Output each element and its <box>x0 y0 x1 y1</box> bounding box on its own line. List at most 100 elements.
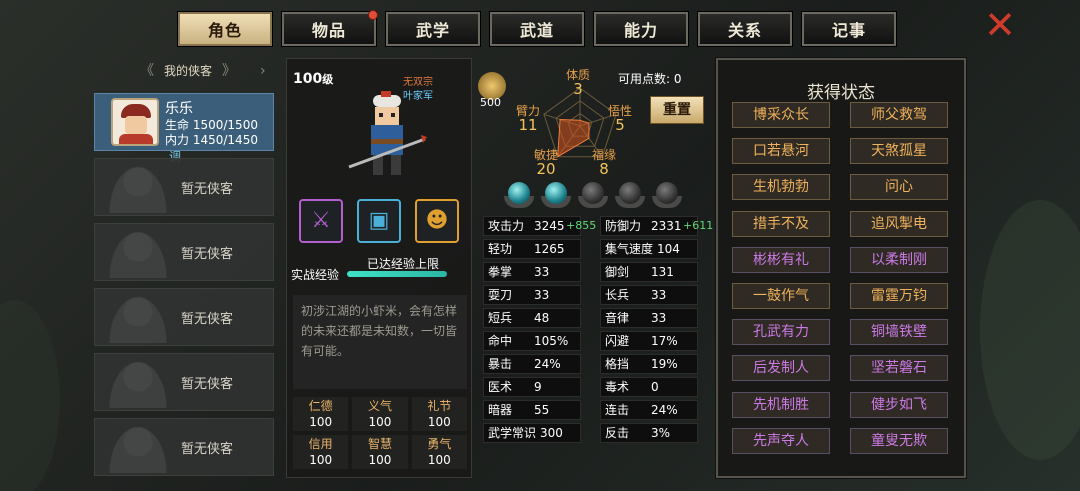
stat-row: 攻击力 3245 +855 <box>483 216 596 236</box>
status-effect-button[interactable]: 追风掣电 <box>850 210 948 237</box>
status-effect-button[interactable]: 先机制胜 <box>732 391 830 418</box>
sword-icon: ⚔ <box>311 208 331 233</box>
tab-label: 能力 <box>623 21 658 40</box>
orb-empty-icon[interactable] <box>656 182 678 204</box>
virtue-name: 礼节 <box>427 399 452 413</box>
orb-empty-icon[interactable] <box>582 182 604 204</box>
empty-avatar-icon <box>107 163 169 213</box>
stat-value: 33 <box>534 288 550 302</box>
stat-row: 御剑 131 <box>600 262 698 282</box>
stat-value: 0 <box>651 380 659 394</box>
radar-attr-value: 11 <box>518 116 538 134</box>
orb-empty-icon[interactable] <box>619 182 641 204</box>
empty-avatar-icon <box>107 228 169 278</box>
equipment-slot[interactable]: ☻ <box>415 199 459 243</box>
stat-row: 防御力 2331 +611 <box>600 216 713 236</box>
character-bio: 初涉江湖的小虾米，会有怎样的未来还都是未知数，一切皆有可能。 <box>293 295 467 389</box>
tab-1[interactable]: 物品 <box>281 10 378 47</box>
status-effect-button[interactable]: 天煞孤星 <box>850 138 948 165</box>
virtue-name: 信用 <box>308 437 333 451</box>
radar-attribute[interactable]: 福缘 8 <box>584 148 624 178</box>
status-title: 获得状态 <box>807 83 875 103</box>
stat-value: 33 <box>534 265 550 279</box>
tab-4[interactable]: 能力 <box>593 11 689 47</box>
close-button[interactable]: ✕ <box>982 6 1018 44</box>
character-slot-active[interactable]: 乐乐 生命 1500/1500 内力 1450/1450调 <box>94 93 274 164</box>
radar-attribute[interactable]: 体质 3 <box>558 68 598 97</box>
list-scroll-right-icon[interactable]: › <box>260 60 266 82</box>
list-next-icon[interactable]: 》 <box>222 60 236 82</box>
orb-active-icon[interactable] <box>545 182 567 204</box>
stat-value: 17% <box>651 334 678 348</box>
stat-name: 防御力 <box>605 219 642 233</box>
virtue-item: 信用 100 <box>293 435 349 469</box>
status-panel: 获得状态 博采众长 师父救驾 口若悬河 天煞孤星 生机勃勃 问心 措手不及 追风掣电 彬彬有礼以… <box>715 57 967 479</box>
character-level: 100级 <box>293 71 334 87</box>
stat-name: 拳掌 <box>488 265 513 279</box>
status-effect-button[interactable]: 以柔制刚 <box>850 246 948 273</box>
stat-value: 24% <box>534 357 561 371</box>
character-slot-empty[interactable]: 暂无侠客 <box>94 418 274 476</box>
tab-0[interactable]: 角色 <box>177 11 273 47</box>
radar-attr-value: 8 <box>599 160 609 178</box>
status-effect-button[interactable]: 措手不及 <box>732 210 830 237</box>
status-effect-button[interactable]: 后发制人 <box>732 355 830 382</box>
status-effect-button[interactable]: 先声夺人 <box>732 427 830 454</box>
empty-avatar-icon <box>107 293 169 343</box>
stat-name: 反击 <box>605 426 630 440</box>
character-slot-empty[interactable]: 暂无侠客 <box>94 288 274 346</box>
stat-name: 命中 <box>488 334 513 348</box>
character-slot-empty[interactable]: 暂无侠客 <box>94 223 274 281</box>
exp-label: 实战经验 <box>291 268 340 282</box>
notification-dot-icon <box>368 10 378 20</box>
status-effect-button[interactable]: 孔武有力 <box>732 319 830 346</box>
virtue-name: 仁德 <box>308 399 333 413</box>
status-effect-button[interactable]: 健步如飞 <box>850 391 948 418</box>
tab-6[interactable]: 记事 <box>801 11 897 47</box>
status-effect-button[interactable]: 师父救驾 <box>850 102 948 128</box>
status-effect-button[interactable]: 铜墙铁壁 <box>850 319 948 346</box>
stat-row: 暗器 55 <box>483 400 581 420</box>
tab-5[interactable]: 关系 <box>697 11 793 47</box>
equipment-slot[interactable]: ▣ <box>357 199 401 243</box>
orb-active-icon[interactable] <box>508 182 530 204</box>
status-effect-button[interactable]: 童叟无欺 <box>850 427 948 454</box>
status-effect-button[interactable]: 问心 <box>850 174 948 201</box>
stat-name: 医术 <box>488 380 513 394</box>
stat-value: 3% <box>651 426 671 440</box>
stat-row: 轻功 1265 <box>483 239 581 259</box>
stat-value: 1265 <box>534 242 565 256</box>
stat-row: 集气速度 104 <box>600 239 698 259</box>
stat-value: 3245 <box>534 219 565 233</box>
radar-attribute[interactable]: 臂力 11 <box>508 104 548 134</box>
stat-row: 格挡 19% <box>600 354 698 374</box>
status-effect-button[interactable]: 生机勃勃 <box>732 174 830 201</box>
stat-row: 命中 105% <box>483 331 581 351</box>
virtue-grid: 仁德 100 义气 100 礼节 100 信用 100 智慧 100 勇气 100 <box>293 397 467 469</box>
stat-row: 音律 33 <box>600 308 698 328</box>
character-slot-empty[interactable]: 暂无侠客 <box>94 353 274 411</box>
status-effect-button[interactable]: 一鼓作气 <box>732 283 830 309</box>
radar-attribute[interactable]: 敏捷 20 <box>526 148 566 177</box>
reset-button[interactable]: 重置 <box>650 96 704 124</box>
radar-attribute[interactable]: 悟性 5 <box>600 104 640 133</box>
empty-slot-label: 暂无侠客 <box>181 312 234 327</box>
status-effect-button[interactable]: 坚若磐石 <box>850 355 948 382</box>
character-slot-empty[interactable]: 暂无侠客 <box>94 158 274 216</box>
status-effect-button[interactable]: 雷霆万钧 <box>850 283 948 309</box>
stat-value: 33 <box>651 311 667 325</box>
hero-sprite <box>348 91 427 187</box>
virtue-value: 100 <box>309 415 333 429</box>
tab-label: 角色 <box>207 21 242 40</box>
background-foliage <box>980 200 1080 460</box>
character-profile-panel: 100级 无双宗 叶家军 ⚔ ▣ ☻ 实战经验 已达经验上限 初涉江湖的小虾米，会有… <box>286 58 472 478</box>
status-effect-button[interactable]: 博采众长 <box>732 102 830 128</box>
stat-row: 耍刀 33 <box>483 285 581 305</box>
tab-3[interactable]: 武道 <box>489 11 585 47</box>
virtue-item: 勇气 100 <box>411 435 467 469</box>
status-effect-button[interactable]: 彬彬有礼 <box>732 246 830 273</box>
equipment-slot[interactable]: ⚔ <box>299 199 343 243</box>
status-effect-button[interactable]: 口若悬河 <box>732 138 830 165</box>
tab-2[interactable]: 武学 <box>385 11 481 47</box>
stat-row: 武学常识 300 <box>483 423 581 443</box>
